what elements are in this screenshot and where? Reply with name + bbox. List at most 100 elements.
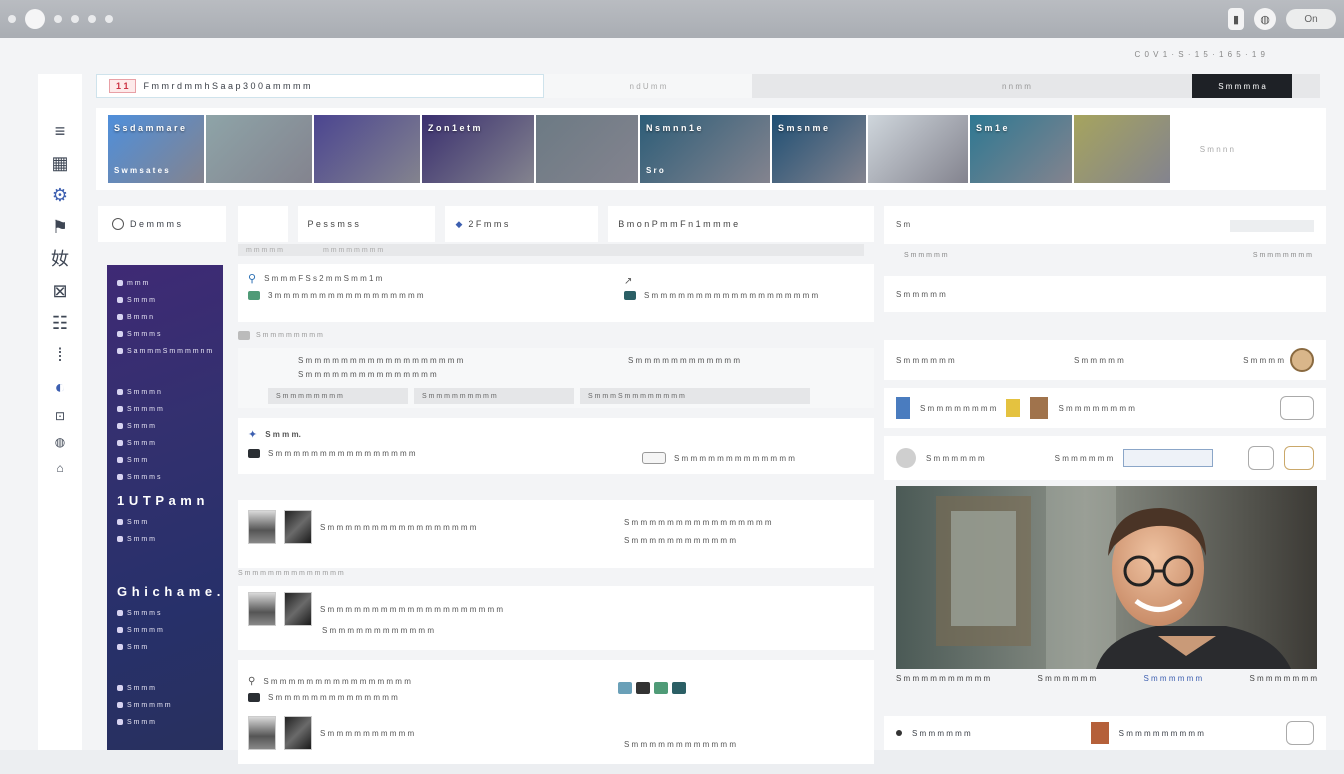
filter-sort[interactable]: B m o n P m m F n 1 m m m e [608, 206, 875, 242]
avatar[interactable] [896, 448, 916, 468]
feed-card-2-bar-2[interactable]: S m m m m m m m m m [414, 388, 574, 404]
feed-card-2-bar-3[interactable]: S m m m S m m m m m m m m [580, 388, 810, 404]
right-card-items[interactable]: S m m m m m m m m S m m m m m m m m [884, 388, 1326, 428]
avatar[interactable] [248, 592, 276, 626]
rail-item-9[interactable]: ⊡ [55, 410, 65, 422]
banner-tile-3[interactable]: Z o n 1 e t m [422, 115, 534, 183]
feed-card-5[interactable]: S m m m m m m m m m m m m m m m m m m m … [238, 586, 874, 650]
banner-tile-6[interactable]: S m s n m e [772, 115, 866, 183]
feed-card-3[interactable]: ✦ S m m m. S m m m m m m m m m m m m m m … [238, 418, 874, 474]
banner-tile-0[interactable]: S s d a m m a r e S w m s a t e s [108, 115, 204, 183]
banner-more-link[interactable]: S m n n n [1200, 145, 1234, 154]
window-dot-4[interactable] [105, 15, 113, 23]
nav-item-items_b-5[interactable]: S m m m s [117, 471, 213, 483]
featured-banner: S s d a m m a r e S w m s a t e s Z o n 1 … [96, 108, 1326, 190]
nav-item-items_b-3[interactable]: S m m m [117, 437, 213, 449]
notification-message[interactable]: 1 1 F m m r d m m h S a a p 3 0 0 a m m … [96, 74, 544, 98]
feed-card-4[interactable]: S m m m m m m m m m m m m m m m m m S m … [238, 500, 874, 568]
nav-item-items_b-1[interactable]: S m m m m [117, 403, 213, 415]
right-card-meta-button-1[interactable] [1248, 446, 1274, 470]
rail-item-0[interactable]: ≡ [55, 122, 66, 140]
feed-card-1[interactable]: ⚲ S m m m F S s 2 m m S m m 1 m 3 m m m m… [238, 264, 874, 322]
app-logo-icon[interactable] [25, 9, 45, 29]
right-card-profile-left: S m m m m m m [896, 355, 955, 365]
rail-item-5[interactable]: ⊠ [52, 282, 67, 300]
featured-photo[interactable] [896, 486, 1317, 669]
window-dot-1[interactable] [54, 15, 62, 23]
rail-item-8[interactable]: ◐ [55, 378, 66, 396]
nav-item-items_b-2[interactable]: S m m m [117, 420, 213, 432]
avatar[interactable] [248, 510, 276, 544]
nav-item-items_d-2[interactable]: S m m [117, 641, 213, 653]
nav-item-items_c-0[interactable]: S m m [117, 516, 213, 528]
reaction-icon-3[interactable] [654, 682, 668, 694]
right-card-header[interactable]: S m [884, 206, 1326, 244]
nav-item-items_b-4[interactable]: S m m [117, 454, 213, 466]
rail-item-7[interactable]: ⁞ [57, 346, 62, 364]
feed-tag-row: S m m m m m m m m [238, 328, 874, 342]
right-card-meta-button-2[interactable] [1284, 446, 1314, 470]
window-controls [8, 9, 113, 29]
reaction-icon-4[interactable] [672, 682, 686, 694]
nav-item-items_e-0[interactable]: S m m m [117, 682, 213, 694]
nav-item-items_a-0[interactable]: m m m [117, 277, 213, 289]
rail-item-11[interactable]: ⌂ [56, 462, 63, 474]
profile-icon[interactable]: ◍ [1254, 8, 1276, 30]
right-bottom-button[interactable] [1286, 721, 1314, 745]
rail-item-10[interactable]: ◍ [55, 436, 65, 448]
banner-tile-8[interactable]: S m 1 e [970, 115, 1072, 183]
nav-item-items_c-1[interactable]: S m m m [117, 533, 213, 545]
right-card-profile[interactable]: S m m m m m m S m m m m m S m m m m [884, 340, 1326, 380]
nav-item-items_e-1[interactable]: S m m m m m [117, 699, 213, 711]
rail-item-3[interactable]: ⚑ [52, 218, 68, 236]
nav-item-items_a-4[interactable]: S a m m m S m m m m n m m [117, 345, 213, 357]
right-card-items-button[interactable] [1280, 396, 1314, 420]
window-dot-2[interactable] [71, 15, 79, 23]
window-dot-3[interactable] [88, 15, 96, 23]
feed-card-2-bar-1[interactable]: S m m m m m m m m [268, 388, 408, 404]
nav-item-label: B m m n [127, 313, 154, 321]
nav-item-items_d-1[interactable]: S m m m m [117, 624, 213, 636]
notification-action-button[interactable]: S m m m m a [1192, 74, 1292, 98]
avatar[interactable] [248, 716, 276, 750]
rail-item-6[interactable]: ☷ [52, 314, 68, 332]
nav-item-items_b-0[interactable]: S m m m n [117, 386, 213, 398]
card-toggle-button[interactable] [642, 452, 666, 464]
media-thumbnail[interactable] [284, 592, 312, 626]
nav-item-items_d-0[interactable]: S m m m s [117, 607, 213, 619]
banner-tile-4[interactable] [536, 115, 638, 183]
nav-item-items_a-1[interactable]: S m m m [117, 294, 213, 306]
banner-tile-9[interactable] [1074, 115, 1170, 183]
rail-item-4[interactable]: 奻 [51, 250, 69, 268]
media-thumbnail[interactable] [284, 716, 312, 750]
rail-item-1[interactable]: ▦ [51, 154, 68, 172]
right-card-meta[interactable]: S m m m m m m S m m m m m m [884, 436, 1326, 480]
notification-icon[interactable]: ▮ [1228, 8, 1244, 30]
search-box[interactable]: D e m m m s [98, 206, 226, 242]
banner-tile-1[interactable] [206, 115, 312, 183]
reaction-icon-1[interactable] [618, 682, 632, 694]
right-card-meta-field[interactable] [1123, 449, 1214, 467]
right-card-header-search[interactable] [1230, 220, 1314, 232]
banner-tile-2[interactable] [314, 115, 420, 183]
rail-item-2[interactable]: ⚙ [52, 186, 68, 204]
feed-card-2[interactable]: S m m m m m m m m m m m m m m m m m m S … [238, 348, 874, 408]
feed-card-6[interactable]: ⚲ S m m m m m m m m m m m m m m m m S m m… [238, 660, 874, 764]
reaction-icon-2[interactable] [636, 682, 650, 694]
right-bottom-card[interactable]: S m m m m m m S m m m m m m m m m [884, 716, 1326, 750]
filter-blank[interactable] [238, 206, 288, 242]
banner-tile-5[interactable]: N s m n n 1 e S r o [640, 115, 770, 183]
banner-tile-7[interactable] [868, 115, 968, 183]
right-card-status[interactable]: S m m m m m [884, 276, 1326, 312]
app-menu-icon[interactable] [8, 15, 16, 23]
nav-item-label: S m m m [127, 718, 155, 726]
filter-posts[interactable]: P e s s m s s [297, 206, 436, 242]
card-chip-icon [248, 449, 260, 458]
nav-item-items_a-3[interactable]: S m m m s [117, 328, 213, 340]
status-toggle[interactable]: On [1286, 9, 1336, 29]
nav-item-items_a-2[interactable]: B m m n [117, 311, 213, 323]
filter-count[interactable]: ◆ 2 F m m s [445, 206, 599, 242]
caption-c[interactable]: S m m m m m m [1143, 674, 1202, 683]
nav-item-items_e-2[interactable]: S m m m [117, 716, 213, 728]
media-thumbnail[interactable] [284, 510, 312, 544]
